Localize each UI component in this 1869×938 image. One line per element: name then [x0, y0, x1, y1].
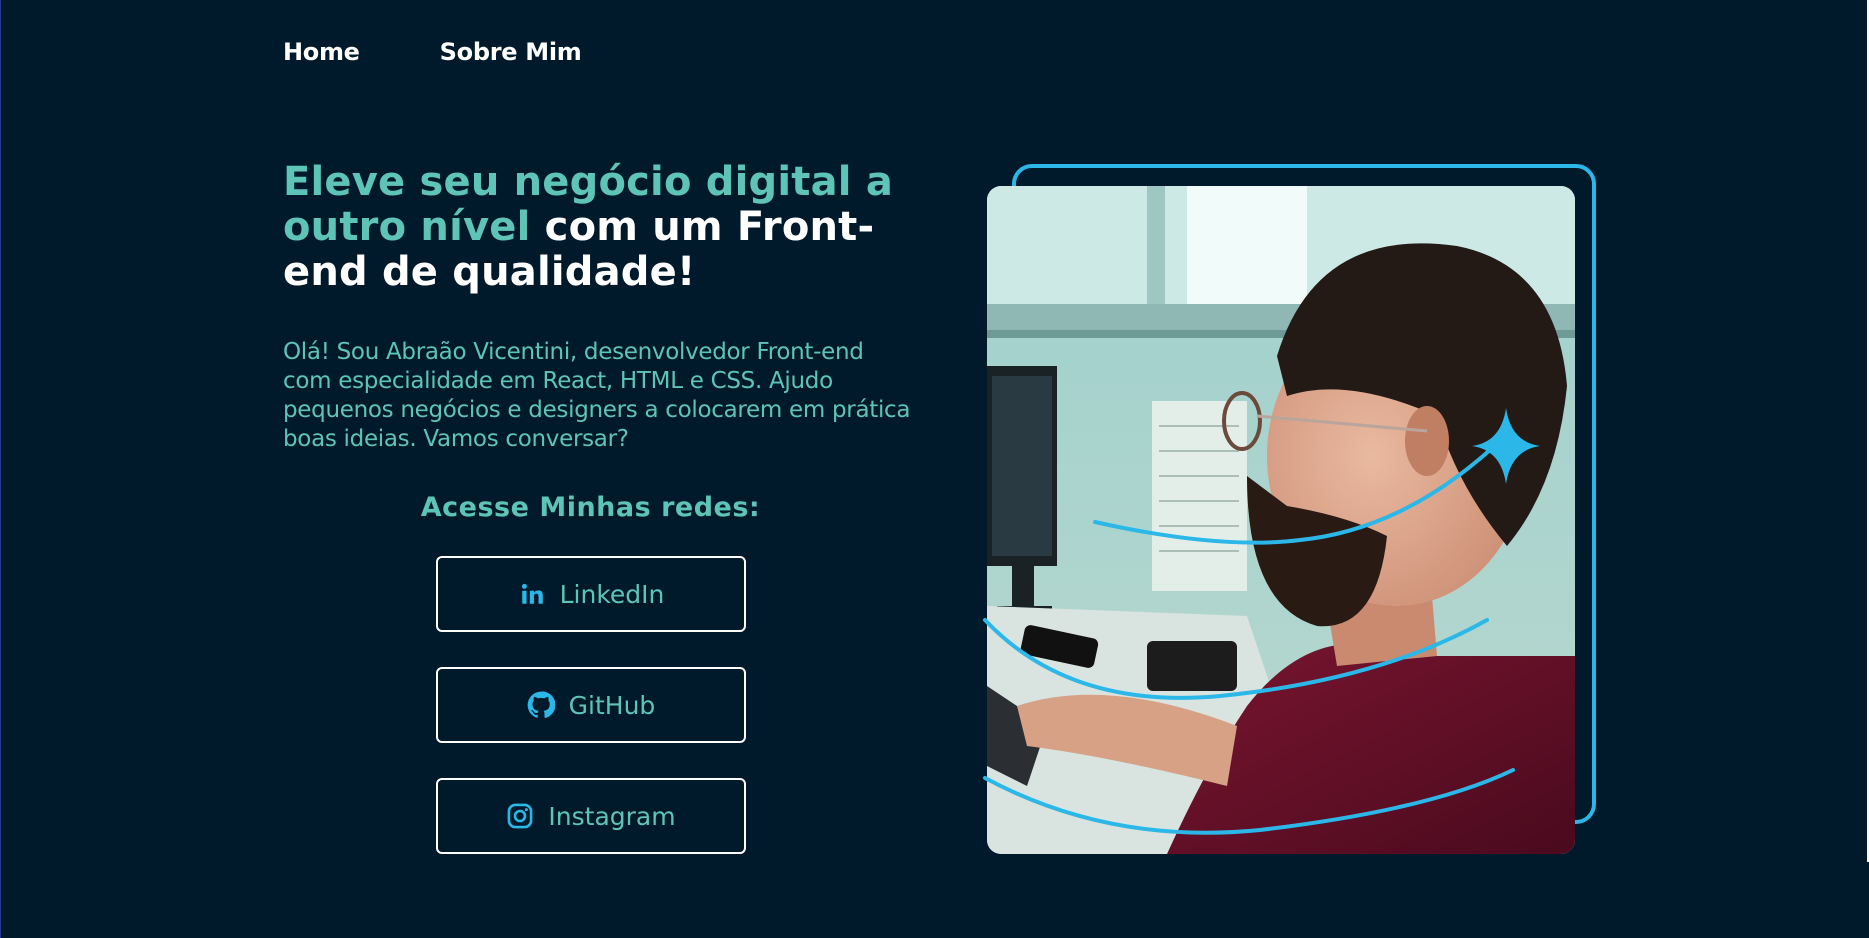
instagram-button[interactable]: Instagram [436, 778, 746, 854]
linkedin-icon [518, 580, 546, 608]
socials-title: Acesse Minhas redes: [420, 492, 761, 523]
profile-photo [987, 186, 1575, 854]
instagram-icon [506, 802, 534, 830]
github-icon [527, 691, 555, 719]
linkedin-button[interactable]: LinkedIn [436, 556, 746, 632]
nav-home-link[interactable]: Home [283, 38, 360, 66]
github-button[interactable]: GitHub [436, 667, 746, 743]
page: Home Sobre Mim Eleve seu negócio digital… [0, 0, 1869, 938]
hero-title: Eleve seu negócio digital a outro nível … [283, 160, 923, 295]
intro-text: Olá! Sou Abraão Vicentini, desenvolvedor… [283, 339, 911, 452]
instagram-label: Instagram [548, 801, 676, 831]
linkedin-label: LinkedIn [559, 579, 665, 609]
top-nav: Home Sobre Mim [283, 38, 582, 66]
github-label: GitHub [568, 690, 656, 720]
left-edge [0, 0, 1, 938]
nav-about-link[interactable]: Sobre Mim [440, 38, 582, 66]
